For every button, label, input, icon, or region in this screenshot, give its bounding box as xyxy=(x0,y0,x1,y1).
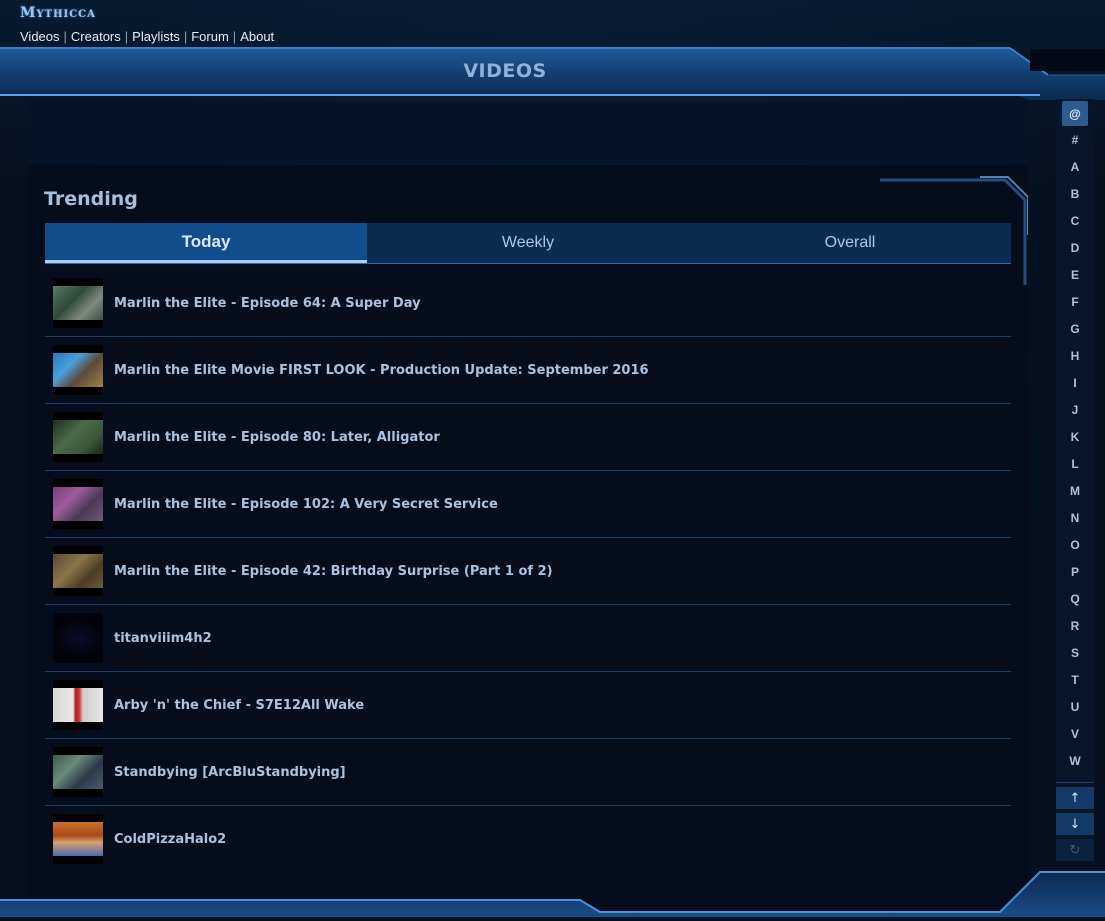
tab-overall[interactable]: Overall xyxy=(689,223,1011,263)
site-logo[interactable]: Mythicca xyxy=(20,5,96,21)
alpha-letter-g[interactable]: G xyxy=(1056,315,1094,342)
video-title[interactable]: Arby 'n' the Chief - S7E12All Wake xyxy=(114,698,364,713)
video-thumbnail[interactable] xyxy=(53,814,103,864)
tab-today[interactable]: Today xyxy=(45,223,367,263)
nav-forum[interactable]: Forum xyxy=(187,29,233,44)
video-thumbnail[interactable] xyxy=(53,479,103,529)
alpha-letter-h[interactable]: H xyxy=(1056,342,1094,369)
nav-videos[interactable]: Videos xyxy=(20,29,64,44)
video-title[interactable]: Marlin the Elite - Episode 80: Later, Al… xyxy=(114,430,440,445)
alpha-letter-s[interactable]: S xyxy=(1056,639,1094,666)
video-thumbnail[interactable] xyxy=(53,345,103,395)
alpha-letter-i[interactable]: I xyxy=(1056,369,1094,396)
video-row[interactable]: Marlin the Elite Movie FIRST LOOK - Prod… xyxy=(45,337,1011,404)
alpha-letter-v[interactable]: V xyxy=(1056,720,1094,747)
alpha-divider xyxy=(1056,782,1094,783)
refresh-button[interactable]: ↻ xyxy=(1056,839,1094,861)
alpha-letter-r[interactable]: R xyxy=(1056,612,1094,639)
video-title[interactable]: titanviiim4h2 xyxy=(114,631,212,646)
video-thumbnail[interactable] xyxy=(53,613,103,663)
footer-band xyxy=(0,862,1105,917)
alpha-letter-m[interactable]: M xyxy=(1056,477,1094,504)
video-row[interactable]: Marlin the Elite - Episode 80: Later, Al… xyxy=(45,404,1011,471)
video-title[interactable]: Marlin the Elite Movie FIRST LOOK - Prod… xyxy=(114,363,649,378)
video-title[interactable]: Standbying [ArcBluStandbying] xyxy=(114,765,346,780)
page-title: VIDEOS xyxy=(463,60,547,82)
scroll-up-button[interactable]: ↑ xyxy=(1056,787,1094,809)
video-title[interactable]: Marlin the Elite - Episode 102: A Very S… xyxy=(114,497,498,512)
trending-heading: Trending xyxy=(44,188,138,210)
alpha-letter-p[interactable]: P xyxy=(1056,558,1094,585)
alpha-letter-t[interactable]: T xyxy=(1056,666,1094,693)
video-title[interactable]: ColdPizzaHalo2 xyxy=(114,832,226,847)
nav-playlists[interactable]: Playlists xyxy=(128,29,184,44)
alpha-letter-n[interactable]: N xyxy=(1056,504,1094,531)
video-row[interactable]: Marlin the Elite - Episode 42: Birthday … xyxy=(45,538,1011,605)
video-thumbnail[interactable] xyxy=(53,680,103,730)
video-thumbnail[interactable] xyxy=(53,747,103,797)
alpha-letter-u[interactable]: U xyxy=(1056,693,1094,720)
alpha-letter-e[interactable]: E xyxy=(1056,261,1094,288)
alpha-letter-at[interactable]: @ xyxy=(1062,101,1088,126)
alpha-letter-w[interactable]: W xyxy=(1056,747,1094,774)
alpha-letter-f[interactable]: F xyxy=(1056,288,1094,315)
alpha-letter-l[interactable]: L xyxy=(1056,450,1094,477)
alpha-letter-k[interactable]: K xyxy=(1056,423,1094,450)
video-thumbnail[interactable] xyxy=(53,278,103,328)
video-title[interactable]: Marlin the Elite - Episode 42: Birthday … xyxy=(114,564,553,579)
trending-tabs: Today Weekly Overall xyxy=(45,223,1011,264)
alpha-letter-d[interactable]: D xyxy=(1056,234,1094,261)
nav-creators[interactable]: Creators xyxy=(67,29,125,44)
alpha-letter-o[interactable]: O xyxy=(1056,531,1094,558)
video-row[interactable]: Marlin the Elite - Episode 102: A Very S… xyxy=(45,471,1011,538)
video-row[interactable]: Standbying [ArcBluStandbying] xyxy=(45,739,1011,806)
alpha-letter-a[interactable]: A xyxy=(1056,153,1094,180)
video-row[interactable]: Arby 'n' the Chief - S7E12All Wake xyxy=(45,672,1011,739)
alpha-letter-c[interactable]: C xyxy=(1056,207,1094,234)
video-thumbnail[interactable] xyxy=(53,412,103,462)
scroll-down-button[interactable]: ↓ xyxy=(1056,813,1094,835)
video-row[interactable]: Marlin the Elite - Episode 64: A Super D… xyxy=(45,270,1011,337)
nav-about[interactable]: About xyxy=(236,29,278,44)
alpha-letter-j[interactable]: J xyxy=(1056,396,1094,423)
banner-area xyxy=(28,102,1028,164)
alphabet-index: @ # A B C D E F G H I J K L M N O P Q R … xyxy=(1056,99,1094,861)
top-nav: Videos | Creators | Playlists | Forum | Abou… xyxy=(20,29,278,44)
video-row[interactable]: titanviiim4h2 xyxy=(45,605,1011,672)
alpha-letter-b[interactable]: B xyxy=(1056,180,1094,207)
alpha-letter-q[interactable]: Q xyxy=(1056,585,1094,612)
video-thumbnail[interactable] xyxy=(53,546,103,596)
trending-video-list: Marlin the Elite - Episode 64: A Super D… xyxy=(45,270,1011,872)
video-title[interactable]: Marlin the Elite - Episode 64: A Super D… xyxy=(114,296,421,311)
tab-weekly[interactable]: Weekly xyxy=(367,223,689,263)
alpha-letter-hash[interactable]: # xyxy=(1056,126,1094,153)
